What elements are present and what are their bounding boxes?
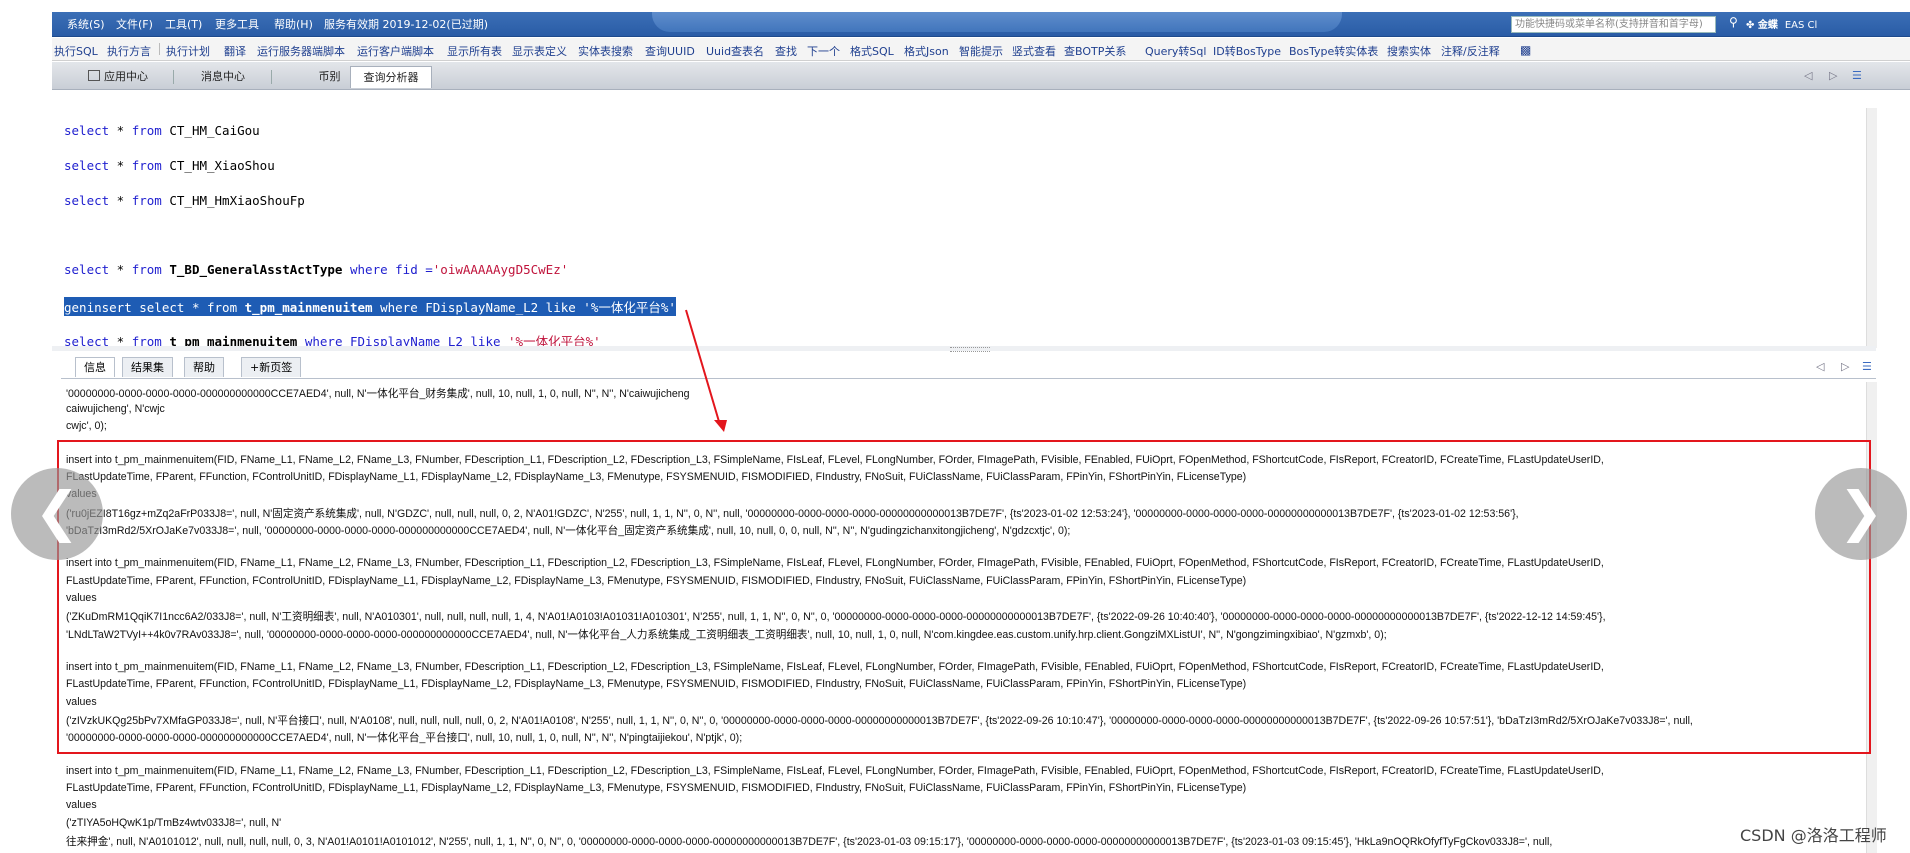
output-line: cwjc', 0); — [66, 420, 107, 432]
show-table-definition-button[interactable]: 显示表定义 — [512, 43, 567, 59]
arrow-left-icon: ❮ — [34, 480, 80, 543]
tab-scroll-right-icon[interactable]: ▷ — [1829, 69, 1837, 82]
tab-list-icon[interactable]: ☰ — [1852, 69, 1862, 82]
function-search-input[interactable]: 功能快捷码或菜单名称(支持拼音和首字母) — [1511, 16, 1716, 33]
execution-plan-button[interactable]: 执行计划 — [166, 43, 210, 59]
nav-tab-bar: 应用中心 消息中心 币别 查询分析器 ◁ ▷ ☰ — [52, 62, 1910, 90]
tab-help[interactable]: 帮助 — [184, 357, 224, 377]
menu-more-tools[interactable]: 更多工具 — [215, 16, 259, 32]
id-to-bostype-button[interactable]: ID转BosType — [1213, 43, 1281, 59]
output-line: '00000000-0000-0000-0000-000000000000CCE… — [66, 388, 690, 400]
vertical-view-button[interactable]: 竖式查看 — [1012, 43, 1056, 59]
find-button[interactable]: 查找 — [775, 43, 797, 59]
format-json-button[interactable]: 格式Json — [904, 43, 949, 59]
sql-line: select * from CT_HM_XiaoShou — [64, 158, 275, 173]
sql-toolbar: 执行SQL 执行方言 执行计划 翻译 运行服务器端脚本 运行客户端脚本 显示所有… — [52, 38, 1910, 61]
sql-line: select * from T_BD_GeneralAsstActType wh… — [64, 262, 569, 277]
translate-button[interactable]: 翻译 — [224, 43, 246, 59]
app-center-icon — [88, 70, 100, 81]
query-uuid-button[interactable]: 查询UUID — [645, 43, 695, 59]
tab-app-center[interactable]: 应用中心 — [62, 66, 174, 87]
result-tab-right-icon[interactable]: ▷ — [1841, 360, 1849, 373]
run-server-script-button[interactable]: 运行服务器端脚本 — [257, 43, 345, 59]
arrow-right-icon: ❯ — [1838, 480, 1884, 543]
next-image-button[interactable]: ❯ — [1815, 468, 1907, 560]
execute-sql-button[interactable]: 执行SQL — [54, 43, 98, 59]
sql-line-selected: geninsert select * from t_pm_mainmenuite… — [64, 297, 676, 316]
tab-new-page[interactable]: +新页签 — [241, 357, 302, 377]
tab-message-center[interactable]: 消息中心 — [174, 66, 272, 87]
search-entity-button[interactable]: 搜索实体 — [1387, 43, 1431, 59]
top-strip — [0, 0, 1910, 12]
menu-tools[interactable]: 工具(T) — [165, 16, 202, 32]
toggle-comment-button[interactable]: 注释/反注释 — [1441, 43, 1500, 59]
output-line: ('zTIYA5oHQwK1p/TmBz4wtv033J8=', null, N… — [66, 817, 282, 829]
search-icon[interactable]: ⚲ — [1729, 15, 1738, 29]
watermark: CSDN @洛洛工程师 — [1740, 826, 1887, 845]
sql-line: select * from CT_HM_CaiGou — [64, 123, 260, 138]
menu-help[interactable]: 帮助(H) — [274, 16, 313, 32]
sql-editor[interactable]: select * from CT_HM_CaiGou select * from… — [61, 108, 1869, 349]
brand-logo: ✤ 金蝶 EAS Cl — [1746, 20, 1818, 31]
run-client-script-button[interactable]: 运行客户端脚本 — [357, 43, 434, 59]
previous-image-button[interactable]: ❮ — [11, 468, 103, 560]
uuid-table-name-button[interactable]: Uuid查表名 — [706, 43, 764, 59]
output-line: caiwujicheng', N'cwjc — [66, 403, 165, 415]
format-sql-button[interactable]: 格式SQL — [850, 43, 894, 59]
window-title-tab — [652, 12, 1342, 32]
query-to-sql-button[interactable]: Query转Sql — [1145, 43, 1206, 59]
result-tab-list-icon[interactable]: ☰ — [1862, 360, 1872, 373]
entity-table-search-button[interactable]: 实体表搜索 — [578, 43, 633, 59]
find-next-button[interactable]: 下一个 — [807, 43, 840, 59]
tab-result-set[interactable]: 结果集 — [122, 357, 173, 377]
service-expiry-label: 服务有效期 2019-12-02(已过期) — [324, 18, 489, 31]
sql-line: select * from CT_HM_HmXiaoShouFp — [64, 193, 305, 208]
menu-bar: 系统(S) 文件(F) 工具(T) 更多工具 帮助(H) 服务有效期 2019-… — [52, 12, 1910, 37]
result-tab-left-icon[interactable]: ◁ — [1816, 360, 1824, 373]
botp-relation-button[interactable]: 查BOTP关系 — [1064, 43, 1126, 59]
output-line: values — [66, 799, 97, 811]
smart-hint-button[interactable]: 智能提示 — [959, 43, 1003, 59]
output-line: 往来押金', null, N'A0101012', null, null, nu… — [66, 836, 1553, 848]
highlight-box — [57, 440, 1871, 754]
editor-scrollbar[interactable] — [1866, 108, 1877, 348]
output-line: insert into t_pm_mainmenuitem(FID, FName… — [66, 765, 1604, 777]
menu-file[interactable]: 文件(F) — [116, 16, 153, 32]
tab-query-analyzer[interactable]: 查询分析器 — [350, 66, 432, 88]
bostype-to-entity-button[interactable]: BosType转实体表 — [1289, 43, 1378, 59]
execute-dialect-button[interactable]: 执行方言 — [107, 43, 151, 59]
result-tab-bar: 信息 结果集 帮助 +新页签 ◁ ▷ ☰ — [61, 356, 1876, 379]
output-line: FLastUpdateTime, FParent, FFunction, FCo… — [66, 782, 1247, 794]
tab-scroll-left-icon[interactable]: ◁ — [1804, 69, 1812, 82]
show-all-tables-button[interactable]: 显示所有表 — [447, 43, 502, 59]
menu-system[interactable]: 系统(S) — [67, 16, 105, 32]
split-grip-icon[interactable] — [950, 347, 990, 352]
export-icon[interactable]: ▩ — [1520, 43, 1531, 57]
tab-info[interactable]: 信息 — [75, 357, 115, 377]
